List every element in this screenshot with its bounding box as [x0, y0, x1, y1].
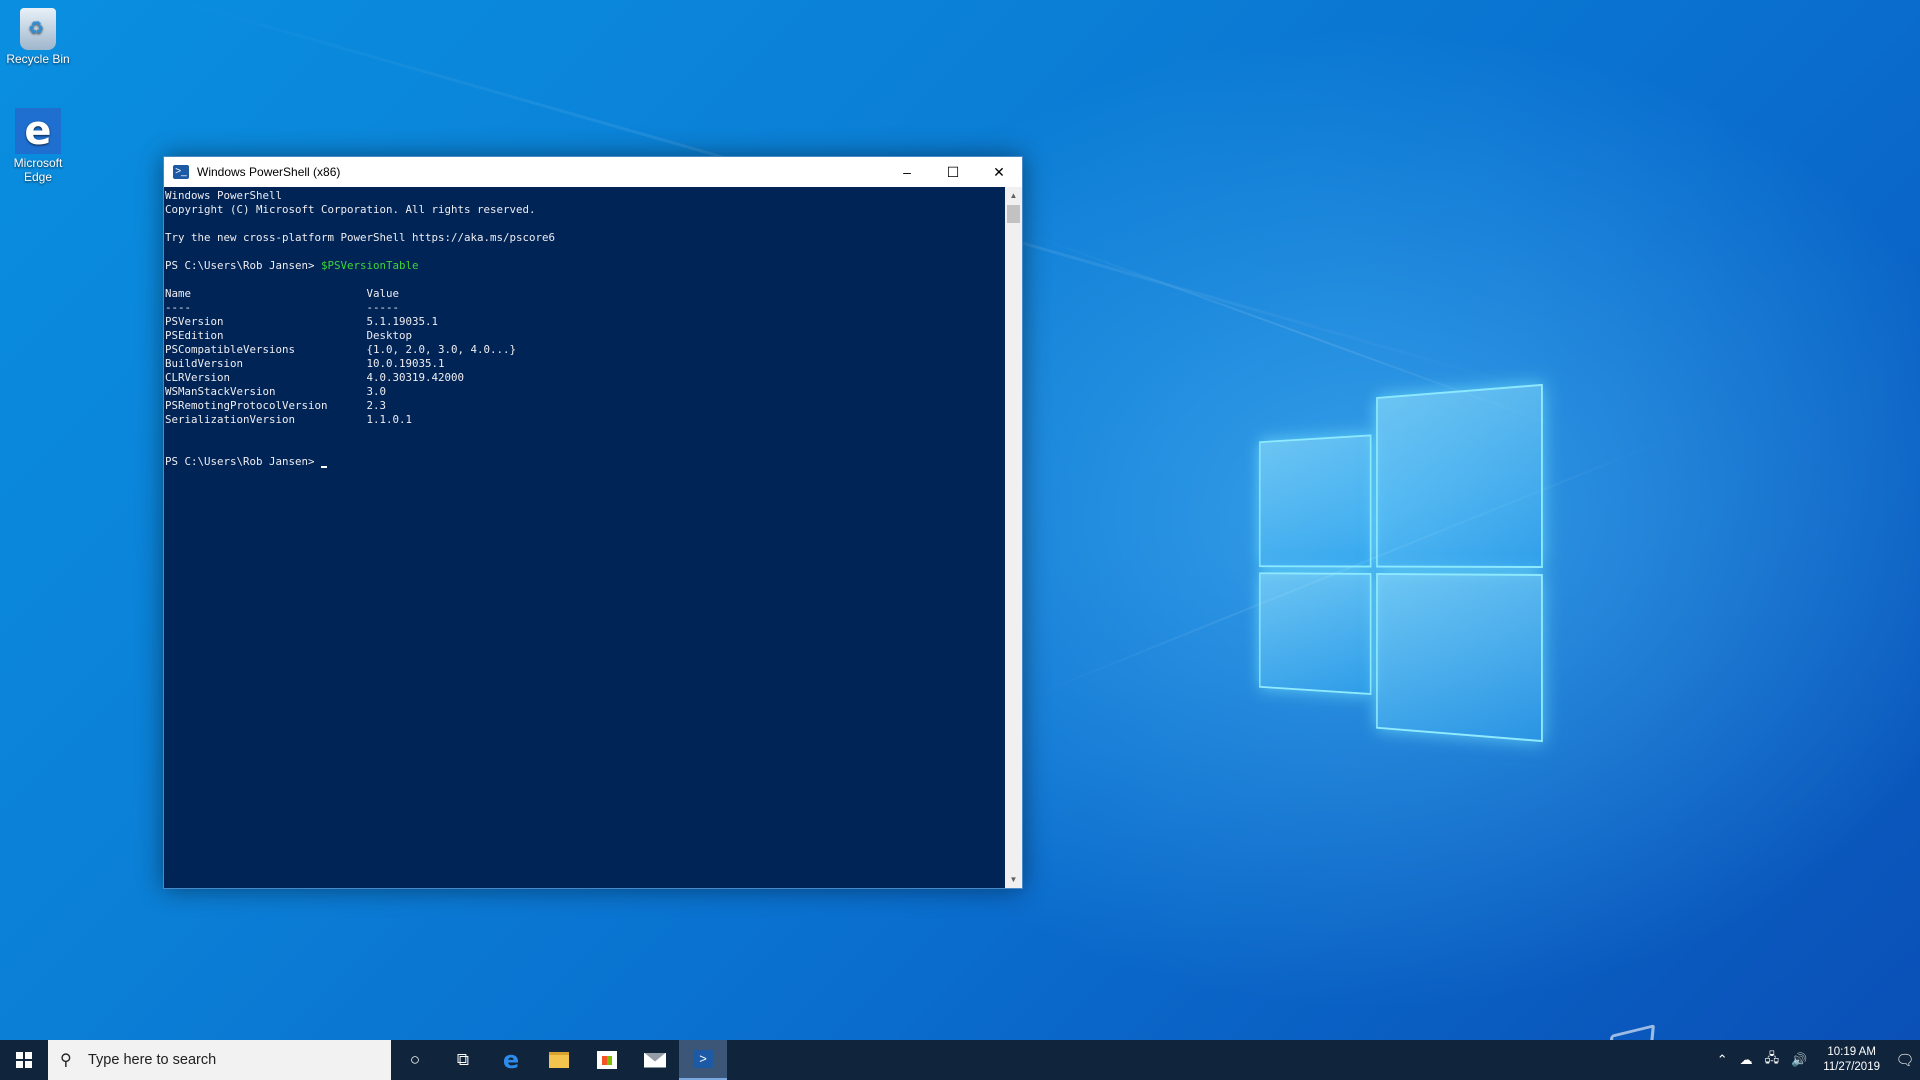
clock-date: 11/27/2019 [1823, 1061, 1880, 1073]
console-command: $PSVersionTable [321, 259, 419, 272]
clock-time: 10:19 AM [1827, 1046, 1876, 1058]
search-placeholder: Type here to search [88, 1052, 217, 1068]
logo-pane [1259, 434, 1372, 568]
store-button[interactable] [583, 1040, 631, 1080]
title-bar[interactable]: >_ Windows PowerShell (x86) – ☐ ✕ [164, 157, 1022, 187]
window-title: Windows PowerShell (x86) [197, 165, 341, 179]
recycle-bin-desktop-icon[interactable]: Recycle Bin [0, 8, 76, 66]
powershell-taskbar-button[interactable]: > [679, 1040, 727, 1080]
text-cursor [321, 466, 328, 468]
task-view-button[interactable]: ⧉ [439, 1040, 487, 1080]
table-row: PSCompatibleVersions {1.0, 2.0, 3.0, 4.0… [165, 343, 517, 356]
desktop-icon-label: Recycle Bin [6, 52, 70, 66]
edge-taskbar-button[interactable]: e [487, 1040, 535, 1080]
cortana-button[interactable]: ○ [391, 1040, 439, 1080]
logo-pane [1259, 572, 1372, 695]
file-explorer-button[interactable] [535, 1040, 583, 1080]
minimize-button[interactable]: – [884, 157, 930, 187]
task-view-icon: ⧉ [456, 1050, 470, 1069]
network-icon[interactable]: 🖧 [1765, 1049, 1780, 1071]
edge-icon: e [15, 108, 61, 154]
system-tray: ⌃ ☁ 🖧 🔊 10:19 AM 11/27/2019 🗨 [1711, 1040, 1920, 1080]
windows-start-icon [16, 1052, 32, 1068]
table-header: Name Value [165, 287, 400, 300]
table-row: PSEdition Desktop [165, 329, 413, 342]
mail-button[interactable] [631, 1040, 679, 1080]
powershell-window[interactable]: >_ Windows PowerShell (x86) – ☐ ✕ Window… [163, 156, 1023, 889]
table-row: PSVersion 5.1.19035.1 [165, 315, 439, 328]
file-explorer-icon [549, 1052, 569, 1068]
volume-icon[interactable]: 🔊 [1791, 1052, 1807, 1068]
vertical-scrollbar[interactable]: ▲ ▼ [1005, 187, 1022, 888]
notification-icon: 🗨 [1895, 1052, 1915, 1069]
maximize-button[interactable]: ☐ [930, 157, 976, 187]
start-button[interactable] [0, 1040, 48, 1080]
scroll-thumb[interactable] [1007, 205, 1020, 223]
taskbar: ⚲ Type here to search ○ ⧉ e > ⌃ ☁ 🖧 🔊 10… [0, 1040, 1920, 1080]
store-icon [597, 1051, 617, 1069]
console-output[interactable]: Windows PowerShell Copyright (C) Microso… [164, 187, 1005, 888]
table-row: WSManStackVersion 3.0 [165, 385, 387, 398]
mail-icon [644, 1052, 666, 1068]
search-icon: ⚲ [60, 1052, 72, 1069]
logo-pane [1376, 573, 1543, 743]
table-row: SerializationVersion 1.1.0.1 [165, 413, 413, 426]
console-prompt: PS C:\Users\Rob Jansen> [165, 455, 322, 468]
desktop-icon-label: Microsoft Edge [13, 156, 63, 184]
logo-pane [1376, 383, 1543, 569]
table-row: BuildVersion 10.0.19035.1 [165, 357, 445, 370]
table-row: PSRemotingProtocolVersion 2.3 [165, 399, 387, 412]
console-text: Windows PowerShell Copyright (C) Microso… [164, 187, 1005, 469]
console-line: Windows PowerShell [165, 189, 283, 202]
windows-logo-wallpaper [1259, 383, 1543, 743]
console-line: Copyright (C) Microsoft Corporation. All… [165, 203, 536, 216]
console-prompt: PS C:\Users\Rob Jansen> [165, 259, 322, 272]
microsoft-edge-desktop-icon[interactable]: e Microsoft Edge [0, 108, 76, 184]
table-row: CLRVersion 4.0.30319.42000 [165, 371, 465, 384]
table-separator: ---- ----- [165, 301, 400, 314]
scroll-down-arrow-icon[interactable]: ▼ [1005, 871, 1022, 888]
clock[interactable]: 10:19 AM 11/27/2019 [1823, 1045, 1880, 1075]
action-center-button[interactable]: 🗨 [1890, 1040, 1920, 1080]
onedrive-icon[interactable]: ☁ [1740, 1052, 1753, 1068]
cortana-icon: ○ [409, 1050, 421, 1069]
search-box[interactable]: ⚲ Type here to search [48, 1040, 391, 1080]
recycle-bin-icon [20, 8, 56, 50]
edge-icon: e [502, 1046, 520, 1074]
console-line: Try the new cross-platform PowerShell ht… [165, 231, 556, 244]
show-hidden-icons-chevron-icon[interactable]: ⌃ [1717, 1052, 1728, 1068]
scroll-up-arrow-icon[interactable]: ▲ [1005, 187, 1022, 204]
powershell-icon: >_ [173, 165, 189, 179]
powershell-icon: > [693, 1050, 713, 1068]
close-button[interactable]: ✕ [976, 157, 1022, 187]
